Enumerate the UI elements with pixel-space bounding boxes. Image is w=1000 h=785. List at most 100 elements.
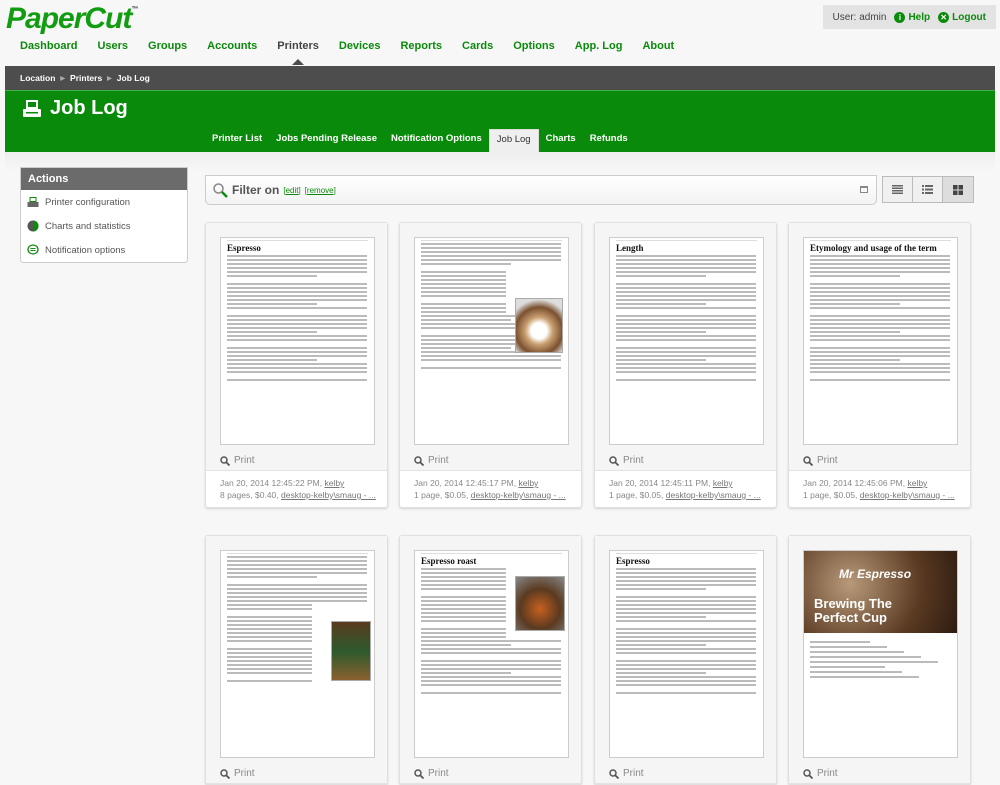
text-line	[227, 275, 317, 277]
magnifier-icon	[803, 455, 813, 466]
action-label: Printer configuration	[45, 196, 131, 208]
nav-printers[interactable]: Printers	[277, 40, 319, 65]
detail-view-button[interactable]	[913, 177, 943, 202]
text-line	[421, 672, 511, 674]
actions-panel: Actions Printer configuration Charts and…	[20, 167, 188, 263]
text-line	[616, 275, 706, 277]
print-preview-link[interactable]: Print	[595, 764, 776, 784]
document-thumbnail[interactable]: Mr Espresso Brewing The Perfect Cup	[789, 536, 970, 764]
text-line	[421, 692, 561, 694]
document-thumbnail[interactable]: Espresso	[206, 223, 387, 451]
text-line	[227, 564, 367, 566]
text-line	[421, 652, 561, 654]
tab-charts[interactable]: Charts	[539, 129, 583, 153]
filter-edit-link[interactable]: [edit]	[283, 186, 300, 195]
job-card[interactable]: Print Jan 20, 2014 12:45:17 PM, kelby 1 pa…	[399, 222, 582, 508]
job-user-link[interactable]: kelby	[324, 478, 344, 488]
document-thumbnail[interactable]: Espresso	[595, 536, 776, 764]
text-line	[421, 636, 506, 638]
nav-accounts[interactable]: Accounts	[207, 40, 257, 52]
text-line	[616, 299, 756, 301]
job-printer-link[interactable]: desktop-kelby\smaug - ...	[471, 490, 566, 500]
job-user-link[interactable]: kelby	[518, 478, 538, 488]
job-pages: 8 pages	[220, 490, 251, 500]
tab-jobs-pending-release[interactable]: Jobs Pending Release	[269, 129, 384, 153]
text-line	[810, 339, 950, 341]
logout-link[interactable]: ✕ Logout	[938, 11, 986, 23]
document-thumbnail[interactable]	[206, 536, 387, 764]
text-line	[421, 620, 506, 622]
job-user-link[interactable]: kelby	[713, 478, 733, 488]
tab-job-log[interactable]: Job Log	[488, 129, 539, 153]
document-thumbnail[interactable]: Espresso roast	[400, 536, 581, 764]
nav-about[interactable]: About	[642, 40, 674, 52]
job-card[interactable]: Espresso roast Print	[399, 535, 582, 785]
print-preview-link[interactable]: Print	[400, 764, 581, 784]
tab-refunds[interactable]: Refunds	[583, 129, 635, 153]
tab-notification-options[interactable]: Notification Options	[384, 129, 489, 153]
text-line	[810, 327, 950, 329]
text-line	[616, 367, 756, 369]
document-thumbnail[interactable]: Etymology and usage of the term	[789, 223, 970, 451]
nav-options[interactable]: Options	[513, 40, 555, 52]
text-line	[616, 600, 756, 602]
job-card[interactable]: Print	[205, 535, 388, 785]
nav-groups[interactable]: Groups	[148, 40, 187, 52]
job-user-link[interactable]: kelby	[907, 478, 927, 488]
action-charts-statistics[interactable]: Charts and statistics	[21, 214, 187, 238]
job-card[interactable]: Mr Espresso Brewing The Perfect Cup Print	[788, 535, 971, 785]
breadcrumb-printers[interactable]: Printers	[70, 73, 102, 83]
print-preview-link[interactable]: Print	[206, 764, 387, 784]
job-printer-link[interactable]: desktop-kelby\smaug - ...	[860, 490, 955, 500]
page-header-line	[227, 553, 368, 554]
text-line	[810, 355, 950, 357]
grid-view-button[interactable]	[943, 177, 973, 202]
text-line	[616, 644, 706, 646]
text-line	[810, 331, 900, 333]
document-thumbnail[interactable]	[400, 223, 581, 451]
job-printer-link[interactable]: desktop-kelby\smaug - ...	[666, 490, 761, 500]
job-card[interactable]: Espresso Print Jan 20, 2014 12:45:22 PM, k…	[205, 222, 388, 508]
action-notification-options[interactable]: Notification options	[21, 238, 187, 262]
text-line	[227, 584, 367, 586]
document-thumbnail[interactable]: Length	[595, 223, 776, 451]
text-line	[227, 367, 367, 369]
job-printer-link[interactable]: desktop-kelby\smaug - ...	[281, 490, 376, 500]
minimize-icon[interactable]	[860, 186, 868, 193]
print-label: Print	[623, 455, 644, 466]
nav-devices[interactable]: Devices	[339, 40, 381, 52]
help-link[interactable]: i Help	[894, 11, 930, 23]
nav-users[interactable]: Users	[97, 40, 128, 52]
nav-dashboard[interactable]: Dashboard	[20, 40, 77, 52]
text-line	[421, 612, 506, 614]
page-header-line	[421, 240, 562, 241]
job-card[interactable]: Espresso Print	[594, 535, 777, 785]
print-preview-link[interactable]: Print	[789, 451, 970, 471]
job-card[interactable]: Length Print Jan 20, 2014 12:45:11 PM, kel…	[594, 222, 777, 508]
breadcrumb-location[interactable]: Location	[20, 73, 55, 83]
filter-label: Filter on	[232, 183, 280, 197]
text-line	[421, 616, 506, 618]
text-line	[810, 263, 950, 265]
text-line	[421, 640, 561, 642]
print-preview-link[interactable]: Print	[206, 451, 387, 471]
text-line	[616, 363, 756, 365]
list-view-button[interactable]	[883, 177, 913, 202]
print-preview-link[interactable]: Print	[595, 451, 776, 471]
breadcrumb: Location ▶ Printers ▶ Job Log	[5, 66, 995, 90]
filter-remove-link[interactable]: [remove]	[305, 186, 336, 195]
papercut-logo[interactable]: PaperCut™	[6, 2, 138, 36]
magnifier-icon	[220, 768, 230, 779]
nav-reports[interactable]: Reports	[400, 40, 442, 52]
nav-cards[interactable]: Cards	[462, 40, 493, 52]
text-line	[616, 371, 756, 373]
job-card[interactable]: Etymology and usage of the term Print Jan …	[788, 222, 971, 508]
print-preview-link[interactable]: Print	[789, 764, 970, 784]
text-line	[421, 584, 506, 586]
text-line	[421, 664, 561, 666]
nav-app-log[interactable]: App. Log	[575, 40, 623, 52]
text-line	[616, 596, 756, 598]
print-preview-link[interactable]: Print	[400, 451, 581, 471]
tab-printer-list[interactable]: Printer List	[205, 129, 269, 153]
action-printer-configuration[interactable]: Printer configuration	[21, 190, 187, 214]
